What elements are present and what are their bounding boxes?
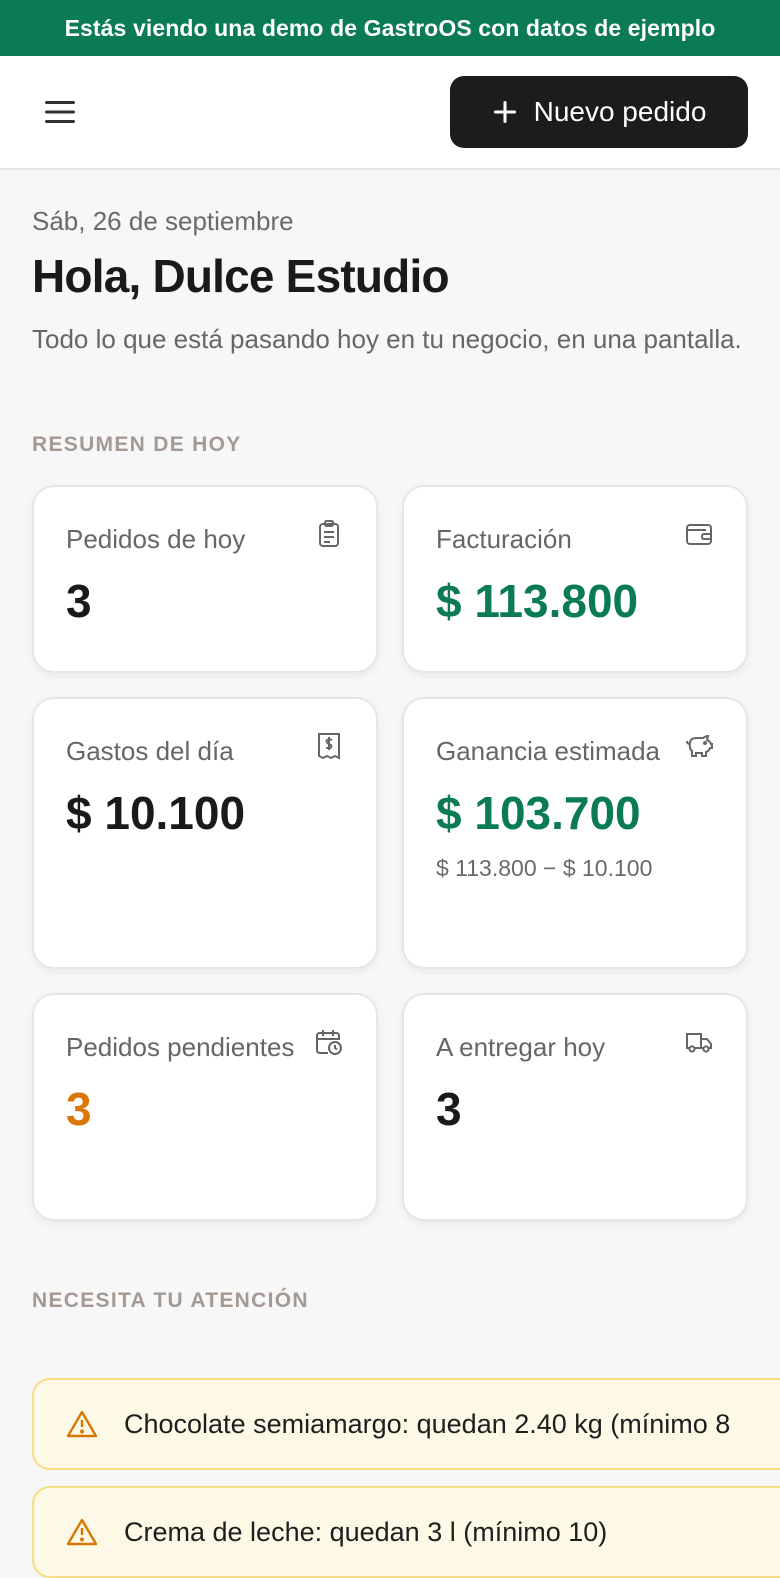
card-title: Facturación — [436, 524, 572, 554]
current-date: Sáb, 26 de septiembre — [32, 206, 294, 236]
card-value: 3 — [66, 575, 92, 627]
alert-item[interactable]: Crema de leche: quedan 3 l (mínimo 10) — [32, 1486, 780, 1578]
receipt-icon — [318, 733, 340, 760]
wallet-icon — [686, 524, 712, 545]
piggy-bank-icon — [686, 734, 713, 757]
demo-banner: Estás viendo una demo de GastroOS con da… — [0, 0, 780, 56]
truck-icon — [686, 1033, 712, 1053]
card-revenue[interactable]: Facturación $ 113.800 — [402, 485, 748, 673]
demo-banner-text: Estás viendo una demo de GastroOS con da… — [64, 14, 716, 41]
card-title: Pedidos pendientes — [66, 1032, 295, 1062]
plus-icon — [493, 101, 516, 123]
card-title: Gastos del día — [66, 736, 234, 766]
card-orders-today[interactable]: Pedidos de hoy 3 — [32, 485, 378, 673]
card-title: Ganancia estimada — [436, 736, 661, 766]
new-order-label: Nuevo pedido — [533, 96, 707, 127]
card-note: $ 113.800 − $ 10.100 — [436, 855, 653, 881]
menu-icon — [45, 101, 75, 123]
calendar-clock-icon — [316, 1030, 342, 1055]
clipboard-icon — [319, 520, 339, 547]
warning-icon — [66, 1518, 98, 1546]
page-subtitle: Todo lo que está pasando hoy en tu negoc… — [32, 324, 742, 354]
card-daily-expenses[interactable]: Gastos del día $ 10.100 — [32, 697, 378, 969]
summary-grid: Pedidos de hoy 3 Facturación $ 113.800 G… — [32, 485, 748, 1225]
card-value: $ 10.100 — [66, 787, 246, 839]
alert-text: Chocolate semiamargo: quedan 2.40 kg (mí… — [124, 1408, 731, 1439]
card-pending-orders[interactable]: Pedidos pendientes 3 — [32, 993, 378, 1221]
menu-button[interactable] — [40, 94, 80, 130]
card-title: A entregar hoy — [436, 1032, 606, 1062]
card-value: $ 103.700 — [436, 787, 641, 839]
attention-section-label: NECESITA TU ATENCIÓN — [32, 1289, 309, 1312]
warning-icon — [66, 1410, 98, 1438]
summary-section-label: RESUMEN DE HOY — [32, 433, 242, 456]
alert-item[interactable]: Chocolate semiamargo: quedan 2.40 kg (mí… — [32, 1378, 780, 1470]
card-deliver-today[interactable]: A entregar hoy 3 — [402, 993, 748, 1221]
page-title: Hola, Dulce Estudio — [32, 250, 450, 302]
alert-text: Crema de leche: quedan 3 l (mínimo 10) — [124, 1516, 608, 1547]
top-bar: Nuevo pedido — [0, 56, 780, 170]
card-estimated-profit[interactable]: Ganancia estimada $ 103.700 $ 113.800 − … — [402, 697, 748, 969]
new-order-button[interactable]: Nuevo pedido — [450, 76, 748, 148]
card-value: 3 — [66, 1083, 92, 1135]
card-value: 3 — [436, 1083, 462, 1135]
dashboard-content: Sáb, 26 de septiembre Hola, Dulce Estudi… — [0, 206, 780, 1313]
card-value: $ 113.800 — [436, 575, 639, 627]
card-title: Pedidos de hoy — [66, 524, 246, 554]
